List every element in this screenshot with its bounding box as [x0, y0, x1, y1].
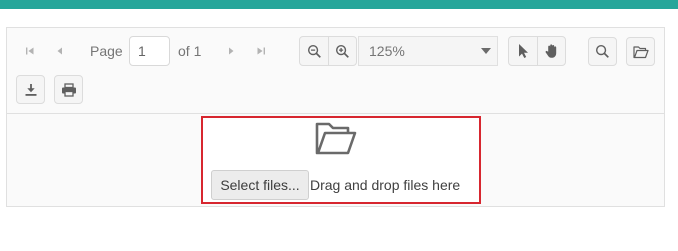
zoom-button-group	[299, 36, 357, 66]
zoom-level-dropdown[interactable]: 125%	[358, 36, 498, 66]
search-icon	[595, 44, 609, 58]
last-page-icon	[257, 47, 265, 55]
last-page-button[interactable]	[248, 38, 274, 64]
download-button[interactable]	[16, 75, 45, 104]
caret-down-icon	[475, 37, 497, 65]
previous-page-icon	[57, 47, 62, 55]
previous-page-button[interactable]	[47, 38, 73, 64]
zoom-in-icon	[335, 44, 349, 58]
hand-icon	[545, 44, 556, 58]
open-file-button[interactable]	[626, 37, 655, 66]
print-icon	[61, 82, 76, 97]
top-accent-bar	[0, 0, 678, 9]
zoom-out-button[interactable]	[300, 37, 328, 65]
page-count-label: of 1	[178, 43, 202, 59]
viewer-toolbar: Page of 1	[7, 28, 664, 114]
print-button[interactable]	[54, 75, 83, 104]
interaction-mode-group	[508, 36, 566, 66]
select-files-button[interactable]: Select files...	[211, 170, 309, 200]
page-number-input[interactable]	[129, 36, 170, 66]
zoom-out-icon	[307, 44, 321, 58]
zoom-level-value: 125%	[369, 43, 405, 59]
first-page-icon	[26, 47, 34, 55]
drop-instructions: Drag and drop files here	[310, 177, 461, 193]
search-button[interactable]	[588, 37, 617, 66]
download-icon	[25, 83, 36, 96]
first-page-button[interactable]	[17, 38, 43, 64]
zoom-in-button[interactable]	[328, 37, 356, 65]
next-page-icon	[229, 47, 234, 55]
folder-open-icon	[632, 45, 649, 58]
text-select-button[interactable]	[509, 37, 537, 65]
next-page-button[interactable]	[218, 38, 244, 64]
pointer-icon	[518, 44, 528, 58]
folder-open-icon	[315, 121, 357, 162]
file-drop-zone[interactable]: Select files... Drag and drop files here	[201, 116, 481, 204]
pan-mode-button[interactable]	[537, 37, 565, 65]
page-label: Page	[90, 43, 123, 59]
pdf-viewer: Page of 1	[6, 27, 665, 207]
